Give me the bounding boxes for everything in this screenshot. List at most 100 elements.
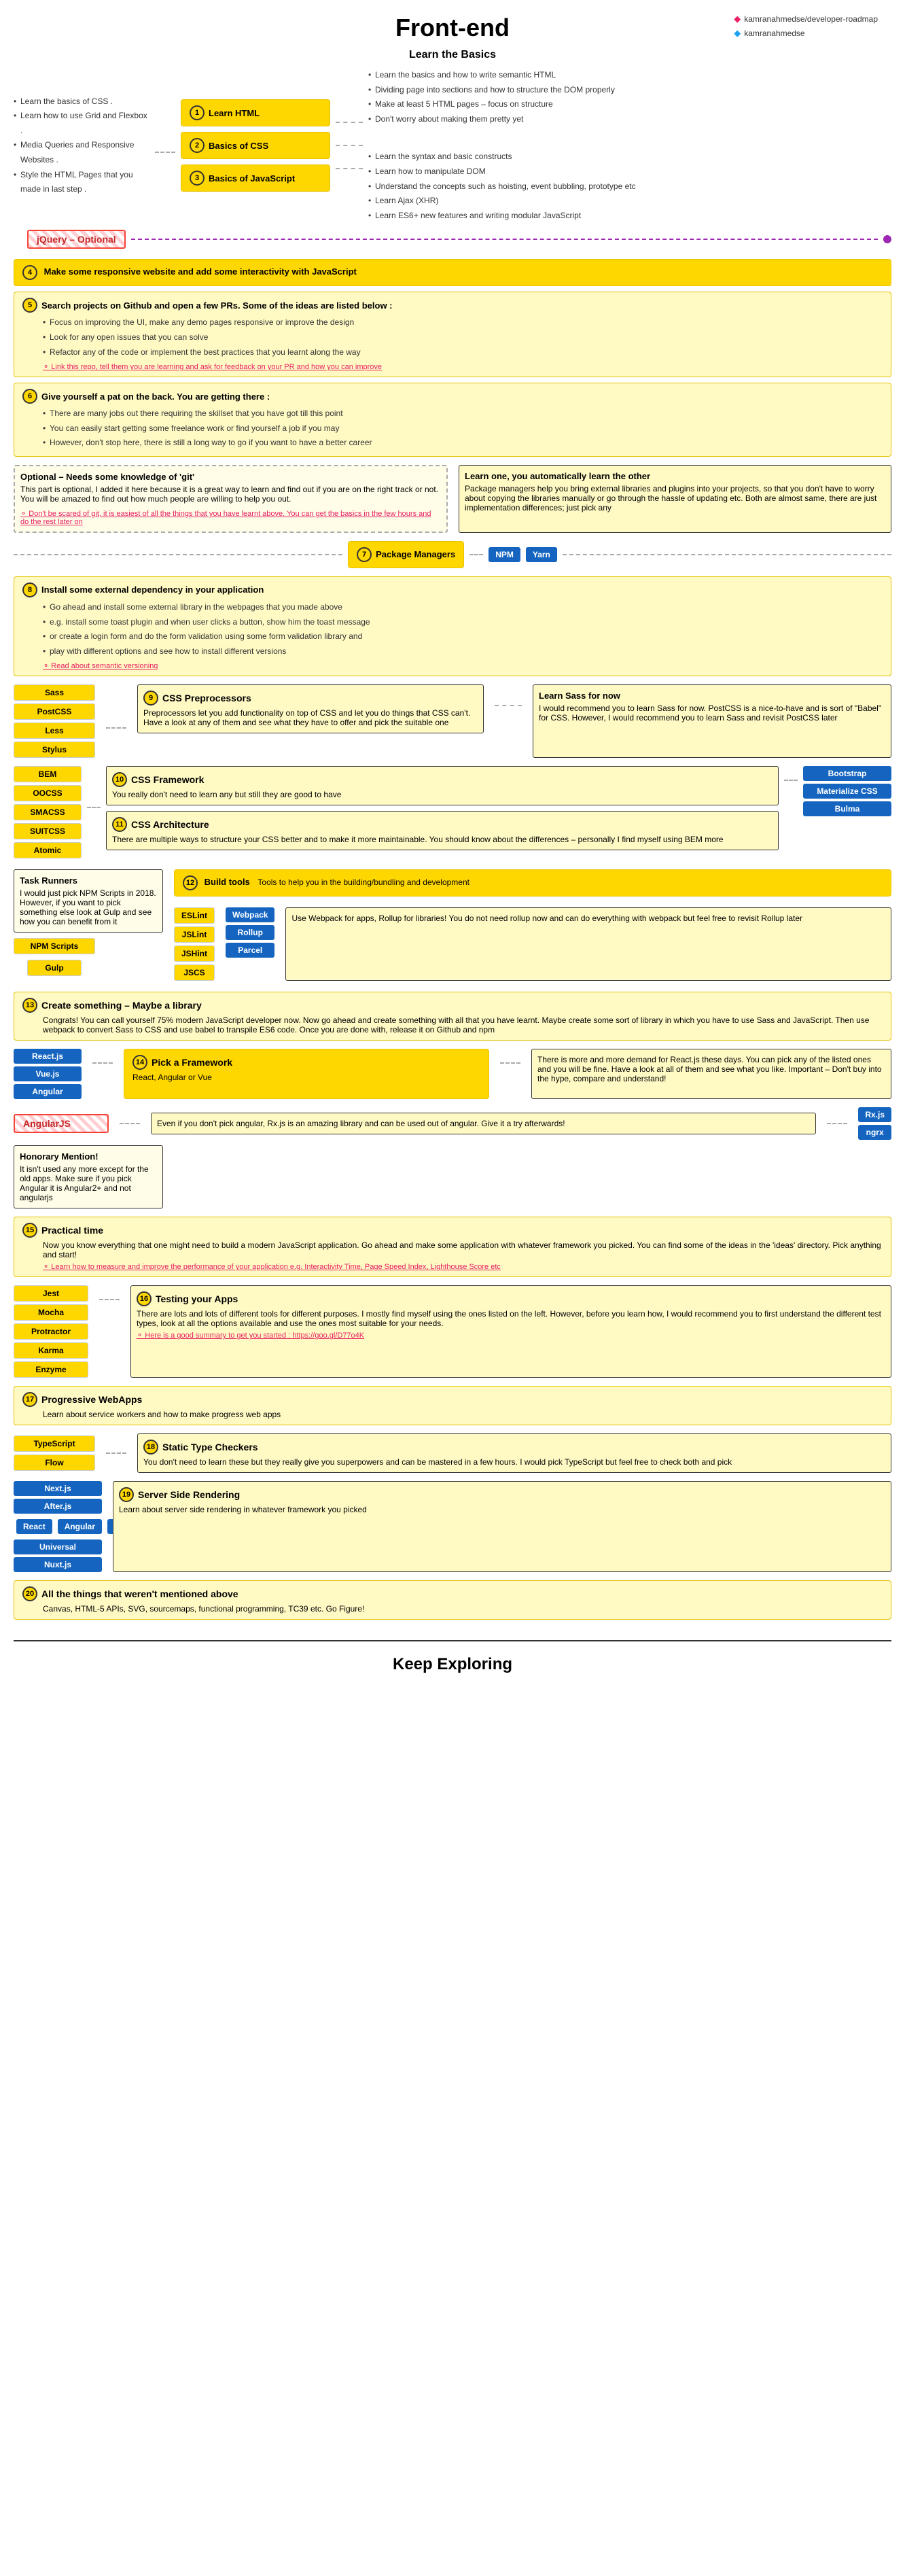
build-tools-body: Tools to help you in the building/bundli…: [258, 877, 469, 887]
task-runners-box: Task Runners I would just pick NPM Scrip…: [14, 869, 163, 933]
css-preprocessors-section: Sass PostCSS Less Stylus 9 CSS Preproces…: [14, 684, 891, 758]
jquery-optional-row: jQuery – Optional: [27, 230, 891, 249]
css-arch-tags: BEM OOCSS SMACSS SUITCSS Atomic: [14, 766, 82, 858]
vuejs-tag: Vue.js: [14, 1066, 82, 1081]
task-runners-heading: Task Runners: [20, 875, 77, 886]
step13-body: Congrats! You can call yourself 75% mode…: [43, 1015, 883, 1034]
optional-git-heading: Optional – Needs some knowledge of 'git': [20, 472, 194, 482]
linters-bundlers: ESLint JSLint JSHint JSCS Webpack Rollup…: [174, 907, 891, 981]
optional-git-box: Optional – Needs some knowledge of 'git'…: [14, 465, 448, 533]
step15-heading: Practical time: [41, 1225, 103, 1236]
step16-tip[interactable]: ⚬ Here is a good summary to get you star…: [137, 1331, 885, 1340]
stylus-tag: Stylus: [14, 742, 95, 758]
github-icon: ◆: [734, 14, 741, 24]
optional-git-body: This part is optional, I added it here b…: [20, 485, 441, 504]
num-2: 2: [190, 138, 205, 153]
header: ◆ kamranahmedse/developer-roadmap ◆ kamr…: [14, 14, 891, 42]
basics-numbered-items: 1 Learn HTML 2 Basics of CSS 3 Basics of…: [181, 99, 330, 192]
step8-box: 8 Install some external dependency in yo…: [14, 576, 891, 676]
dash-r3: [336, 168, 363, 169]
suitcss-tag: SUITCSS: [14, 823, 82, 839]
css-preproc-box: 9 CSS Preprocessors Preprocessors let yo…: [137, 684, 484, 733]
ngrx-tag: ngrx: [858, 1125, 891, 1140]
nextjs-tag: Next.js: [14, 1481, 102, 1496]
right-dashes: [336, 122, 363, 169]
nuxtjs-tag: Nuxt.js: [14, 1557, 102, 1572]
step20-body: Canvas, HTML-5 APIs, SVG, sourcemaps, fu…: [43, 1604, 883, 1614]
framework-tags: React.js Vue.js Angular: [14, 1049, 82, 1099]
ssr-react-tag: React: [16, 1519, 52, 1534]
step16-box: 16 Testing your Apps There are lots and …: [130, 1285, 891, 1378]
bootstrap-tag: Bootstrap: [803, 766, 891, 781]
pkg-label: Package Managers: [376, 549, 455, 559]
step5-tip[interactable]: ⚬ Link this repo, tell them you are lear…: [43, 362, 883, 371]
honorary-section: Honorary Mention! It isn't used any more…: [14, 1145, 891, 1208]
bulma-tag: Bulma: [803, 801, 891, 816]
step5-heading: Search projects on Github and open a few…: [41, 300, 393, 311]
fw-right-tags: Bootstrap Materialize CSS Bulma: [803, 766, 891, 858]
honorary-box: Honorary Mention! It isn't used any more…: [14, 1145, 163, 1208]
jshint-tag: JSHint: [174, 945, 215, 962]
num-12: 12: [183, 875, 198, 890]
step18-heading: Static Type Checkers: [162, 1442, 258, 1452]
basics-js-box: 3 Basics of JavaScript: [181, 164, 330, 192]
gulp-tag: Gulp: [27, 960, 82, 976]
step20-heading: All the things that weren't mentioned ab…: [41, 1588, 238, 1599]
step6-heading: Give yourself a pat on the back. You are…: [41, 391, 270, 402]
learn-html-label: Learn HTML: [209, 108, 260, 118]
npm-tag: NPM: [489, 547, 520, 562]
framework-note: There is more and more demand for React.…: [531, 1049, 891, 1099]
ssr-react-group: Next.js After.js: [14, 1481, 102, 1514]
step15-box: 15 Practical time Now you know everythin…: [14, 1217, 891, 1277]
angular-section: AngularJS Even if you don't pick angular…: [14, 1107, 891, 1140]
flow-tag: Flow: [14, 1455, 95, 1471]
rollup-tag: Rollup: [226, 925, 274, 940]
bullet-grid: Learn how to use Grid and Flexbox .: [14, 109, 149, 138]
framework-note-text: There is more and more demand for React.…: [537, 1055, 885, 1083]
angular-tag: Angular: [14, 1084, 82, 1099]
num-13: 13: [22, 998, 37, 1013]
step4-text: Make some responsive website and add som…: [44, 266, 357, 277]
num-4: 4: [22, 265, 37, 280]
css-arch-body: There are multiple ways to structure you…: [112, 835, 773, 844]
ssr-section: Next.js After.js React Angular Vue.js Un…: [14, 1481, 891, 1572]
twitter-link[interactable]: ◆ kamranahmedse: [734, 28, 878, 39]
npm-scripts-tag: NPM Scripts: [14, 938, 95, 954]
github-link[interactable]: ◆ kamranahmedse/developer-roadmap: [734, 14, 878, 24]
step17-body: Learn about service workers and how to m…: [43, 1410, 883, 1419]
static-type-section: TypeScript Flow 18 Static Type Checkers …: [14, 1433, 891, 1473]
ssr-vue-group: Universal Nuxt.js: [14, 1539, 102, 1572]
ssr-left-col: Next.js After.js React Angular Vue.js Un…: [14, 1481, 102, 1572]
bundler-note-box: Use Webpack for apps, Rollup for librari…: [285, 907, 891, 981]
step8-tip[interactable]: ⚬ Read about semantic versioning: [43, 661, 883, 670]
spacer-css: [368, 135, 891, 141]
num-20: 20: [22, 1586, 37, 1601]
js-right-bullets: Learn the syntax and basic constructs Le…: [368, 150, 891, 223]
css-preproc-body: Preprocessors let you add functionality …: [143, 708, 478, 727]
build-tools-box: 12 Build tools Tools to help you in the …: [174, 869, 891, 897]
step13-heading: Create something – Maybe a library: [41, 1000, 202, 1011]
bullet-mq: Media Queries and Responsive Websites .: [14, 138, 149, 167]
step8-bullets: Go ahead and install some external libra…: [43, 600, 883, 659]
step15-tip[interactable]: ⚬ Learn how to measure and improve the p…: [43, 1262, 883, 1271]
oocss-tag: OOCSS: [14, 785, 82, 801]
step18-body: You don't need to learn these but they r…: [143, 1457, 885, 1467]
css-preproc-tags: Sass PostCSS Less Stylus: [14, 684, 95, 758]
basics-section: Learn the basics of CSS . Learn how to u…: [14, 68, 891, 223]
num-6: 6: [22, 389, 37, 404]
fw-dash1: [87, 807, 101, 858]
framework-subheading: React, Angular or Vue: [132, 1073, 480, 1082]
social-links: ◆ kamranahmedse/developer-roadmap ◆ kamr…: [734, 14, 878, 39]
framework-section: React.js Vue.js Angular 14 Pick a Framew…: [14, 1049, 891, 1099]
honorary-body: It isn't used any more except for the ol…: [20, 1164, 157, 1202]
fw-dash2: [784, 780, 798, 858]
learn-other-body: Package managers help you bring external…: [465, 484, 885, 512]
github-text: kamranahmedse/developer-roadmap: [744, 14, 878, 24]
learn-sass-heading: Learn Sass for now: [539, 691, 620, 701]
basics-css-label: Basics of CSS: [209, 141, 268, 151]
build-tools-section: Task Runners I would just pick NPM Scrip…: [14, 869, 891, 981]
static-type-tags: TypeScript Flow: [14, 1435, 95, 1471]
css-fw-heading: CSS Framework: [131, 774, 204, 785]
task-runners-body: I would just pick NPM Scripts in 2018. H…: [20, 888, 157, 926]
num-9: 9: [143, 691, 158, 706]
